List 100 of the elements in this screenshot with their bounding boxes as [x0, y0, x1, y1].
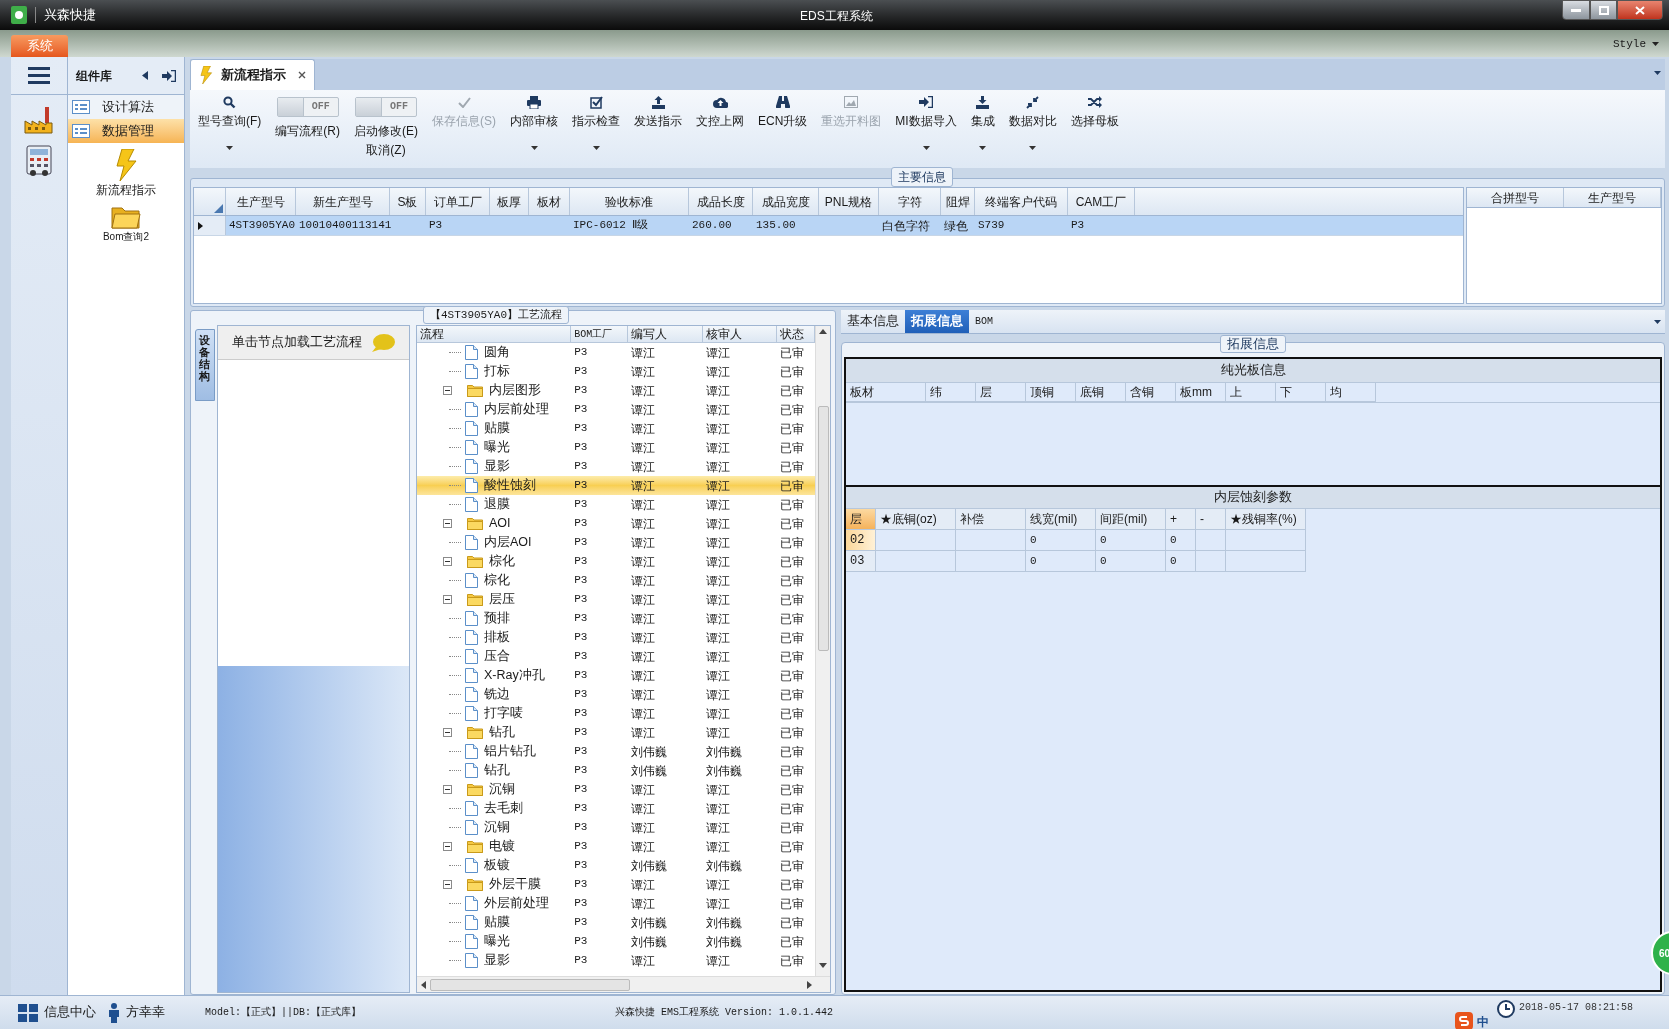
column-header[interactable]: ★残铜率(%)	[1226, 509, 1306, 530]
tree-row[interactable]: 去毛刺 P3 谭江 谭江 已审	[417, 799, 815, 818]
column-header[interactable]: BOM工厂	[571, 326, 628, 342]
toolbar-button[interactable]: 数据对比	[1002, 94, 1063, 160]
tree-row[interactable]: 显影 P3 谭江 谭江 已审	[417, 457, 815, 476]
column-header[interactable]: 生产型号	[226, 188, 296, 215]
tree-row[interactable]: 贴膜 P3 谭江 谭江 已审	[417, 419, 815, 438]
info-center-button[interactable]: 信息中心	[18, 1003, 96, 1022]
tree-row[interactable]: 外层干膜 P3 谭江 谭江 已审	[417, 875, 815, 894]
tree-row[interactable]: 钻孔 P3 谭江 谭江 已审	[417, 723, 815, 742]
tree-row[interactable]: 圆角 P3 谭江 谭江 已审	[417, 343, 815, 362]
column-header[interactable]: +	[1166, 509, 1196, 530]
column-header[interactable]: 层	[976, 383, 1026, 402]
column-header[interactable]: 下	[1276, 383, 1326, 402]
tree-row[interactable]: 电镀 P3 谭江 谭江 已审	[417, 837, 815, 856]
toolbar-button[interactable]: 指示检查	[566, 94, 626, 160]
tree-row[interactable]: 贴膜 P3 刘伟巍 刘伟巍 已审	[417, 913, 815, 932]
toggle-switch[interactable]: OFF	[276, 97, 339, 117]
toolbar-button[interactable]: 集成	[964, 94, 1001, 160]
tree-row[interactable]: 钻孔 P3 刘伟巍 刘伟巍 已审	[417, 761, 815, 780]
toolbar-button[interactable]: MI数据导入	[889, 94, 963, 160]
column-header[interactable]: S板	[390, 188, 426, 215]
column-header[interactable]: 核审人	[702, 326, 778, 342]
column-header[interactable]: 订单工厂	[426, 188, 490, 215]
column-header[interactable]: PNL规格	[819, 188, 879, 215]
column-header[interactable]: 生产型号	[1564, 188, 1661, 207]
column-header[interactable]: 编写人	[627, 326, 703, 342]
toolbar-button[interactable]: 发送指示	[628, 94, 688, 160]
tree-row[interactable]: 退膜 P3 谭江 谭江 已审	[417, 495, 815, 514]
tree-row[interactable]: 酸性蚀刻 P3 谭江 谭江 已审	[417, 476, 815, 495]
toolbar-button[interactable]: 型号查询(F)	[192, 94, 268, 160]
column-header[interactable]: CAM工厂	[1068, 188, 1135, 215]
tree-row[interactable]: 外层前处理 P3 谭江 谭江 已审	[417, 894, 815, 913]
column-header[interactable]: 纬	[926, 383, 976, 402]
tree-row[interactable]: 沉铜 P3 谭江 谭江 已审	[417, 780, 815, 799]
column-header[interactable]: -	[1196, 509, 1226, 530]
column-header[interactable]: 成品长度	[689, 188, 753, 215]
column-header[interactable]: 验收标准	[570, 188, 689, 215]
column-header[interactable]: 新生产型号	[296, 188, 390, 215]
column-header[interactable]: 线宽(mil)	[1026, 509, 1096, 530]
column-header[interactable]: 流程	[417, 326, 572, 342]
tree-row[interactable]: 棕化 P3 谭江 谭江 已审	[417, 571, 815, 590]
tree-row[interactable]: X-Ray冲孔 P3 谭江 谭江 已审	[417, 666, 815, 685]
column-header[interactable]: 含铜	[1126, 383, 1176, 402]
library-item[interactable]: 设计算法	[68, 95, 184, 119]
ime-mode[interactable]: 中	[1477, 1016, 1489, 1028]
toggle-switch[interactable]: OFF	[355, 97, 417, 117]
tree-row[interactable]: 沉铜 P3 谭江 谭江 已审	[417, 818, 815, 837]
document-tab[interactable]: 新流程指示	[190, 59, 315, 90]
column-header[interactable]: 板mm	[1176, 383, 1226, 402]
column-header[interactable]: 字符	[879, 188, 941, 215]
tree-row[interactable]: 铝片钻孔 P3 刘伟巍 刘伟巍 已审	[417, 742, 815, 761]
tree-row[interactable]: 曝光 P3 刘伟巍 刘伟巍 已审	[417, 932, 815, 951]
launcher-button[interactable]: 新流程指示	[68, 149, 184, 199]
style-menu[interactable]: Style	[1613, 35, 1659, 52]
tree-row[interactable]: 打标 P3 谭江 谭江 已审	[417, 362, 815, 381]
column-header[interactable]: 间距(mil)	[1096, 509, 1166, 530]
detail-tab[interactable]: BOM	[969, 310, 999, 333]
detail-tab[interactable]: 基本信息	[841, 310, 905, 333]
column-header[interactable]: 合拼型号	[1467, 188, 1564, 207]
row-header[interactable]: 02	[846, 530, 876, 551]
column-header[interactable]: 层	[846, 509, 876, 530]
tree-row[interactable]: 板镀 P3 刘伟巍 刘伟巍 已审	[417, 856, 815, 875]
tree-row[interactable]: 排板 P3 谭江 谭江 已审	[417, 628, 815, 647]
table-cell-text: P3	[573, 459, 589, 475]
column-header[interactable]: 底铜	[1076, 383, 1126, 402]
toolbar-button[interactable]: 选择母板	[1064, 94, 1125, 160]
tree-row[interactable]: 内层图形 P3 谭江 谭江 已审	[417, 381, 815, 400]
tree-row[interactable]: 内层前处理 P3 谭江 谭江 已审	[417, 400, 815, 419]
column-header[interactable]: 成品宽度	[753, 188, 819, 215]
row-header[interactable]: 03	[846, 551, 876, 572]
column-header[interactable]: 状态	[777, 326, 815, 342]
column-header[interactable]: 板厚	[490, 188, 529, 215]
tree-row[interactable]: 棕化 P3 谭江 谭江 已审	[417, 552, 815, 571]
column-header[interactable]: 上	[1226, 383, 1276, 402]
tree-row[interactable]: 压合 P3 谭江 谭江 已审	[417, 647, 815, 666]
toolbar-button[interactable]: ECN升级	[752, 94, 814, 160]
table-row[interactable]: 4ST3905YA0 10010400113141 P3 IPC-6012 Ⅱ级 260.00 135.00 白色字符 绿色 S739 P3	[194, 216, 1463, 236]
column-header[interactable]: 均	[1326, 383, 1376, 402]
tree-row[interactable]: 层压 P3 谭江 谭江 已审	[417, 590, 815, 609]
column-header[interactable]: 顶铜	[1026, 383, 1076, 402]
side-tab[interactable]: 设备结构	[195, 329, 215, 401]
tree-row[interactable]: 预排 P3 谭江 谭江 已审	[417, 609, 815, 628]
tree-row[interactable]: 内层AOI P3 谭江 谭江 已审	[417, 533, 815, 552]
column-header[interactable]: ★底铜(oz)	[876, 509, 956, 530]
detail-tab[interactable]: 拓展信息	[905, 310, 969, 333]
toolbar-button[interactable]: 内部审核	[504, 94, 564, 160]
tree-row[interactable]: AOI P3 谭江 谭江 已审	[417, 514, 815, 533]
library-item[interactable]: 数据管理	[68, 119, 184, 143]
tree-row[interactable]: 铣边 P3 谭江 谭江 已审	[417, 685, 815, 704]
column-header[interactable]: 补偿	[956, 509, 1026, 530]
column-header[interactable]: 终端客户代码	[975, 188, 1068, 215]
column-header[interactable]: 板材	[529, 188, 570, 215]
tree-row[interactable]: 显影 P3 谭江 谭江 已审	[417, 951, 815, 970]
toolbar-button[interactable]: 文控上网	[690, 94, 750, 160]
launcher-button[interactable]: Bom查询2	[68, 205, 184, 244]
tree-row[interactable]: 打字唛 P3 谭江 谭江 已审	[417, 704, 815, 723]
column-header[interactable]: 阻焊	[941, 188, 975, 215]
column-header[interactable]: 板材	[846, 383, 926, 402]
tree-row[interactable]: 曝光 P3 谭江 谭江 已审	[417, 438, 815, 457]
